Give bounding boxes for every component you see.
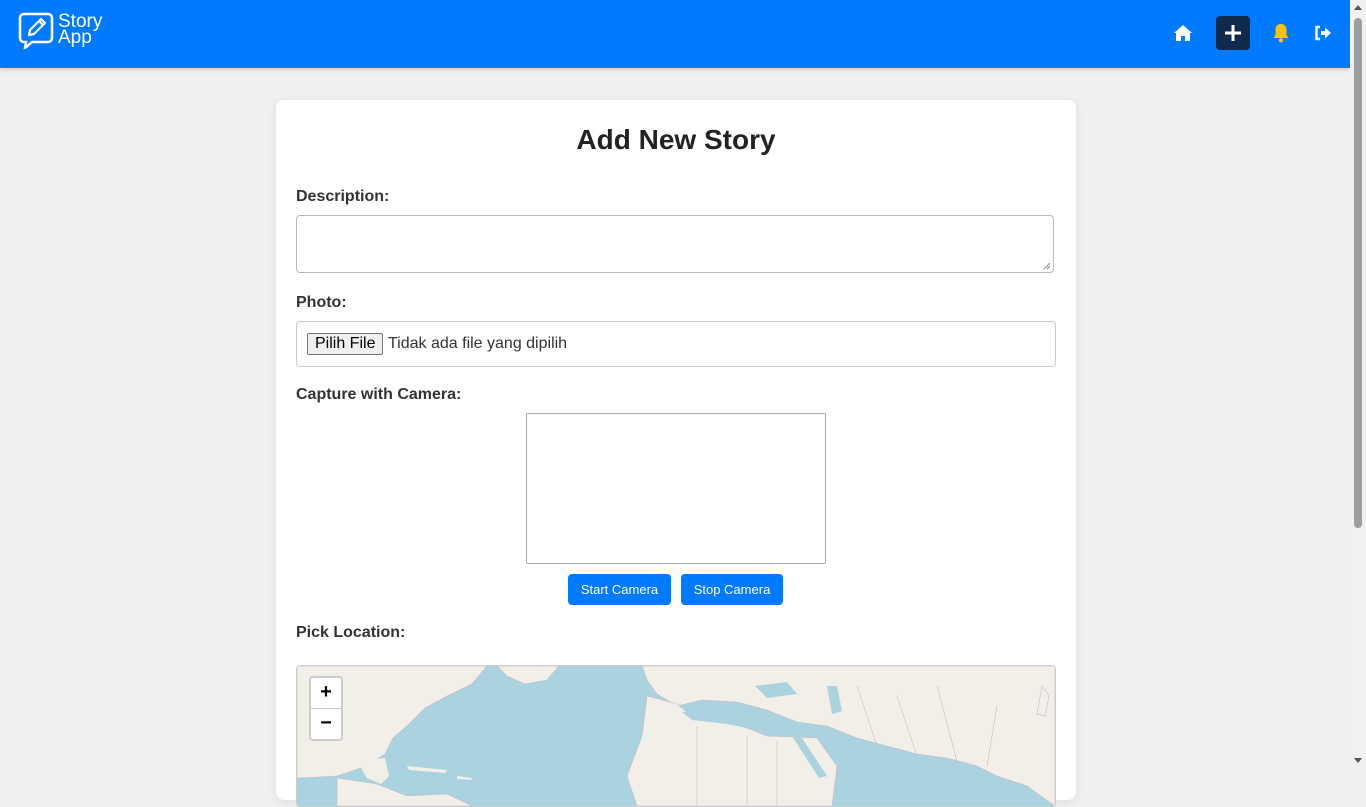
map-zoom-control: + − (309, 676, 343, 741)
location-label: Pick Location: (296, 624, 406, 641)
pencil-chat-icon (18, 12, 54, 49)
choose-file-button[interactable]: Pilih File (307, 333, 384, 355)
zoom-in-button[interactable]: + (311, 678, 341, 709)
logo-text: Story App (58, 12, 102, 48)
scroll-thumb[interactable] (1354, 18, 1362, 528)
page-scrollbar[interactable] (1350, 0, 1366, 768)
home-icon (1174, 25, 1192, 41)
plus-icon (1225, 25, 1241, 41)
world-map-tiles (297, 666, 1055, 806)
camera-label: Capture with Camera: (296, 386, 462, 403)
app-logo[interactable]: Story App (18, 10, 108, 50)
resize-grip-icon[interactable] (1043, 262, 1051, 270)
scroll-up-icon[interactable] (1354, 5, 1362, 10)
photo-file-input[interactable]: Pilih File Tidak ada file yang dipilih (296, 321, 1056, 367)
stop-camera-button[interactable]: Stop Camera (681, 574, 783, 605)
photo-label: Photo: (296, 294, 347, 311)
description-textarea[interactable] (296, 215, 1054, 273)
logo-line-2: App (58, 27, 92, 48)
start-camera-button[interactable]: Start Camera (568, 574, 671, 605)
app-header: Story App (0, 0, 1350, 68)
bell-icon (1273, 24, 1289, 43)
scroll-down-icon[interactable] (1354, 758, 1362, 763)
zoom-out-button[interactable]: − (311, 709, 341, 739)
location-map[interactable]: + − (296, 665, 1056, 807)
file-status-text: Tidak ada file yang dipilih (388, 335, 568, 352)
description-label: Description: (296, 188, 390, 205)
nav-notifications-button[interactable] (1264, 16, 1298, 50)
logout-icon (1315, 25, 1331, 41)
page-title: Add New Story (576, 124, 776, 155)
nav-logout-button[interactable] (1306, 16, 1340, 50)
camera-preview (526, 413, 826, 564)
nav-home-button[interactable] (1166, 16, 1200, 50)
add-story-card: Add New Story Description: Photo: Pilih … (276, 100, 1076, 807)
nav-add-story-button[interactable] (1216, 16, 1250, 50)
